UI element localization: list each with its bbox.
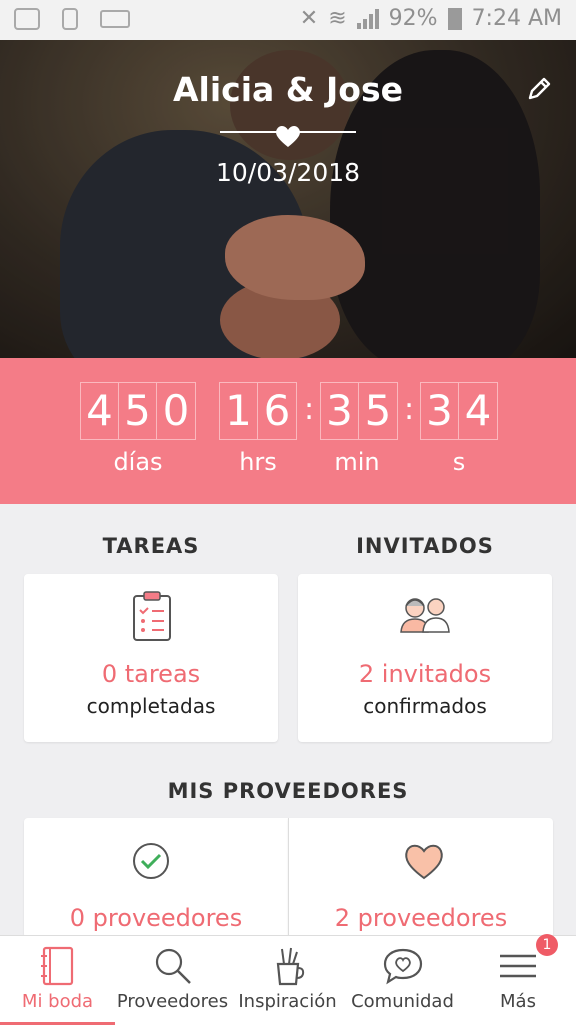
notification-badge: 1 [536, 934, 558, 956]
heart-icon [405, 844, 443, 880]
nav-label: Proveedores [116, 991, 229, 1012]
digit: 6 [263, 386, 291, 435]
tasks-subtitle: completadas [86, 694, 216, 718]
nav-comunidad[interactable]: Comunidad [345, 936, 460, 1025]
nav-inspiracion[interactable]: Inspiración [230, 936, 345, 1025]
status-bar: ✕ ≋ 92% 7:24 AM [0, 0, 576, 40]
seconds-label: s [452, 448, 466, 476]
nav-label: Inspiración [238, 991, 337, 1012]
check-circle-icon [133, 843, 169, 879]
edit-pencil-icon[interactable] [524, 74, 554, 104]
nav-label: Comunidad [351, 991, 454, 1012]
nav-proveedores[interactable]: Proveedores [115, 936, 230, 1025]
digit: 3 [421, 383, 459, 439]
guests-card[interactable]: 2 invitados confirmados [298, 574, 552, 742]
nav-label: Más [500, 991, 536, 1012]
digit: 4 [464, 386, 492, 435]
vendors-heading: MIS PROVEEDORES [167, 779, 409, 803]
digit: 0 [162, 386, 190, 435]
tasks-count: 0 tareas [101, 660, 201, 688]
guests-icon [400, 598, 450, 633]
voicemail-icon [100, 10, 130, 28]
favorite-vendors-count: 2 proveedores [334, 904, 508, 932]
wifi-icon: ≋ [328, 6, 347, 31]
menu-icon [500, 954, 536, 978]
days-label: días [113, 448, 163, 476]
digit: 1 [220, 383, 258, 439]
digit: 5 [364, 386, 392, 435]
device-icon [62, 8, 78, 30]
guests-count: 2 invitados [358, 660, 492, 688]
digit: 5 [119, 383, 157, 439]
digit: 3 [321, 383, 359, 439]
wedding-date: 10/03/2018 [215, 158, 361, 187]
signal-icon [356, 8, 379, 29]
days-counter: 4 5 0 [80, 382, 196, 440]
minutes-label: min [334, 448, 380, 476]
hired-vendors-card[interactable]: 0 proveedores [24, 818, 288, 938]
digit: 4 [81, 383, 119, 439]
battery-percent: 92% [388, 6, 438, 31]
battery-icon [447, 7, 462, 30]
notification-icon [14, 8, 40, 30]
clipboard-icon [133, 591, 171, 641]
hours-label: hrs [239, 448, 277, 476]
search-icon [155, 948, 191, 984]
couple-names: Alicia & Jose [172, 70, 404, 109]
brush-cup-icon [276, 947, 304, 986]
nav-label: Mi boda [21, 991, 94, 1012]
countdown-banner: 4 5 0 1 6 : 3 5 : 3 4 días hrs min s [0, 358, 576, 504]
hours-counter: 1 6 [219, 382, 297, 440]
notebook-icon [40, 946, 73, 986]
tasks-heading: TAREAS [102, 534, 200, 558]
clock: 7:24 AM [471, 6, 562, 31]
mute-icon: ✕ [299, 6, 319, 31]
tasks-card[interactable]: 0 tareas completadas [24, 574, 278, 742]
favorite-vendors-card[interactable]: 2 proveedores [288, 818, 553, 938]
heart-icon [276, 126, 300, 147]
chat-heart-icon [383, 948, 422, 985]
separator: : [304, 392, 315, 427]
separator: : [404, 392, 415, 427]
guests-heading: INVITADOS [356, 534, 494, 558]
couple-photo-header: Alicia & Jose 10/03/2018 [0, 40, 576, 358]
nav-mi-boda[interactable]: Mi boda [0, 936, 115, 1025]
hired-vendors-count: 0 proveedores [69, 904, 243, 932]
minutes-counter: 3 5 [320, 382, 398, 440]
guests-subtitle: confirmados [363, 694, 487, 718]
seconds-counter: 3 4 [420, 382, 498, 440]
nav-mas[interactable]: 1 Más [460, 934, 576, 1025]
bottom-navigation: Mi boda Proveedores Inspiración Comunida… [0, 934, 576, 1025]
